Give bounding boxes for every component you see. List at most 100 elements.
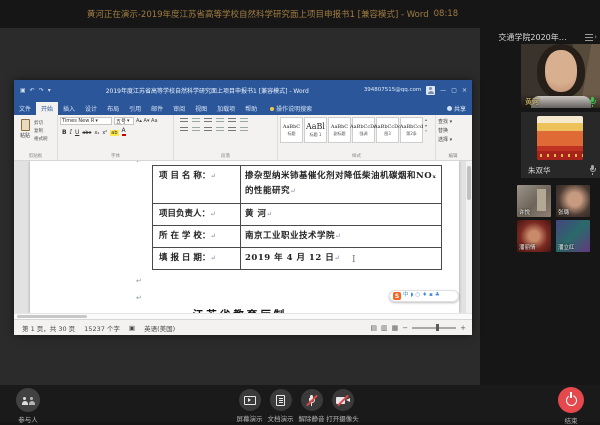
font-size-select[interactable]: 五号 ▾ [114, 117, 134, 125]
strikethrough-button[interactable]: abc [82, 130, 91, 136]
account-avatar[interactable] [426, 86, 435, 95]
account-email[interactable]: 394807515@qq.com [364, 87, 421, 93]
tab-file[interactable]: 文件 [14, 102, 36, 115]
zoom-in-button[interactable]: + [460, 324, 466, 332]
style-card[interactable]: AaBbCcd 第2条 [400, 117, 423, 143]
tab-insert[interactable]: 插入 [58, 102, 80, 115]
doc-share-button[interactable]: 文档演示 [265, 389, 296, 423]
minimize-icon[interactable]: — [440, 87, 446, 94]
horizontal-scrollbar-thumb[interactable] [17, 315, 87, 318]
proofing-icon[interactable]: ▣ [129, 324, 135, 332]
field-label-school[interactable]: 所 在 学 校：↵ [153, 226, 241, 247]
underline-button[interactable]: U [75, 129, 79, 136]
field-value-project-name[interactable]: 掺杂型纳米铈基催化剂对降低柴油机碳烟和NOₓ的性能研究↵ [241, 166, 441, 203]
unmute-button[interactable]: 解除静音 [296, 389, 327, 423]
ime-mode-icon[interactable]: 中 [403, 293, 409, 299]
word-titlebar-right: 394807515@qq.com — ▢ × [364, 86, 467, 95]
participant-thumbnail[interactable]: 潘立红 [556, 220, 590, 252]
select-button[interactable]: 选择 ▾ [438, 136, 468, 143]
share-button[interactable]: 共享 [447, 104, 466, 115]
ime-punct-icon[interactable]: ◗ [411, 293, 414, 299]
sogou-logo-icon[interactable]: S [393, 292, 401, 300]
field-label-project-name[interactable]: 项 目 名 称：↵ [153, 166, 241, 203]
style-card[interactable]: AaBbCcDc 强调 [352, 117, 375, 143]
word-status-bar: 第 1 页，共 30 页 15237 个字 ▣ 英语(美国) ▤ ▥ ▦ − + [14, 319, 472, 335]
vertical-scrollbar[interactable] [465, 161, 472, 313]
vertical-scrollbar-thumb[interactable] [467, 166, 471, 200]
ime-voice-icon[interactable]: ♦ [422, 293, 427, 299]
tab-layout[interactable]: 布局 [102, 102, 124, 115]
field-value-school[interactable]: 南京工业职业技术学院↵ [241, 226, 441, 247]
web-layout-icon[interactable]: ▦ [392, 324, 399, 332]
screen-share-button[interactable]: 屏幕演示 [234, 389, 265, 423]
ime-shape-icon[interactable]: ○ [415, 293, 420, 299]
cut-button[interactable]: 剪切 [34, 120, 48, 126]
superscript-button[interactable]: x² [102, 130, 107, 136]
font-name-select[interactable]: Times New R ▾ [60, 117, 112, 125]
undo-icon[interactable]: ↶ [30, 87, 35, 94]
grow-shrink-font-buttons[interactable]: A▴ A▾ Aa [136, 118, 158, 124]
language-status[interactable]: 英语(美国) [144, 323, 175, 333]
ime-keyboard-icon[interactable]: ▪ [429, 293, 433, 299]
sogou-input-toolbar[interactable]: S 中 ◗ ○ ♦ ▪ ♣ [389, 290, 459, 302]
font-color-button[interactable]: A [122, 128, 126, 136]
replace-button[interactable]: 替换 [438, 127, 468, 134]
project-info-table: 项 目 名 称：↵ 掺杂型纳米铈基催化剂对降低柴油机碳烟和NOₓ的性能研究↵ 项… [152, 165, 442, 270]
field-value-date[interactable]: 2019 年 4 月 12 日↵ [241, 248, 441, 269]
tab-home[interactable]: 开始 [36, 102, 58, 115]
quick-access-toolbar[interactable]: ▣ ↶ ↷ ▾ [20, 87, 51, 94]
video-tile-avatar[interactable]: 朱双华 [521, 112, 600, 178]
subscript-button[interactable]: x₂ [94, 130, 99, 136]
print-layout-icon[interactable]: ▥ [381, 324, 388, 332]
italic-button[interactable]: I [70, 129, 72, 136]
numbering-icon [192, 118, 200, 124]
participant-thumbnail[interactable]: 张璐 [556, 185, 590, 217]
style-card[interactable]: AaBbC 标题 [280, 117, 303, 143]
field-value-leader[interactable]: 黄 河↵ [241, 204, 441, 225]
field-label-leader[interactable]: 项目负责人：↵ [153, 204, 241, 225]
maximize-icon[interactable]: ▢ [451, 87, 457, 94]
paragraph-group[interactable]: 段落 [174, 115, 278, 160]
mic-muted-icon[interactable] [589, 165, 596, 175]
tell-me-search[interactable]: 操作说明搜索 [270, 104, 312, 115]
styles-scroll-buttons[interactable]: ▴ ▾ ▿ [424, 117, 427, 134]
shading-icon [240, 127, 248, 133]
paste-button[interactable]: 粘贴 [16, 117, 34, 152]
end-meeting-button[interactable]: 结束 [551, 387, 591, 425]
tab-mailings[interactable]: 邮件 [146, 102, 168, 115]
tab-references[interactable]: 引用 [124, 102, 146, 115]
zoom-slider-thumb[interactable] [436, 324, 439, 331]
participant-thumbnail[interactable]: 许悦 [517, 185, 551, 217]
bold-button[interactable]: B [62, 129, 67, 136]
chevron-down-icon: ▾ [127, 118, 130, 124]
word-count[interactable]: 15237 个字 [84, 323, 120, 333]
format-painter-button[interactable]: 格式刷 [34, 136, 48, 142]
tab-design[interactable]: 设计 [80, 102, 102, 115]
style-card[interactable]: AaBbCcDc 图3 [376, 117, 399, 143]
zoom-slider[interactable] [412, 327, 456, 329]
sidebar-collapse-button[interactable]: › [585, 33, 597, 41]
tab-addins[interactable]: 加载项 [212, 102, 240, 115]
tab-review[interactable]: 审阅 [168, 102, 190, 115]
page-count[interactable]: 第 1 页，共 30 页 [22, 323, 75, 333]
close-icon[interactable]: × [462, 87, 467, 94]
read-mode-icon[interactable]: ▤ [370, 324, 377, 332]
participants-button[interactable]: 参与人 [8, 388, 48, 424]
zoom-out-button[interactable]: − [402, 324, 408, 332]
mic-on-icon[interactable] [589, 97, 596, 107]
field-label-date[interactable]: 填 报 日 期：↵ [153, 248, 241, 269]
copy-button[interactable]: 复制 [34, 128, 48, 134]
style-card[interactable]: AaBbC 副标题 [328, 117, 351, 143]
tab-view[interactable]: 视图 [190, 102, 212, 115]
tab-help[interactable]: 帮助 [240, 102, 262, 115]
participant-thumbnail[interactable]: 潘丽情 [517, 220, 551, 252]
style-card[interactable]: AaBl 标题 1 [304, 117, 327, 143]
highlight-button[interactable]: ab [110, 130, 118, 136]
horizontal-scrollbar[interactable] [14, 313, 472, 319]
find-button[interactable]: 查找 ▾ [438, 118, 468, 125]
save-icon[interactable]: ▣ [20, 87, 26, 94]
redo-icon[interactable]: ↷ [39, 87, 44, 94]
camera-button[interactable]: 打开摄像头 [327, 389, 358, 423]
ime-tools-icon[interactable]: ♣ [435, 293, 440, 299]
video-tile-speaker[interactable]: 黄河 [521, 44, 600, 108]
